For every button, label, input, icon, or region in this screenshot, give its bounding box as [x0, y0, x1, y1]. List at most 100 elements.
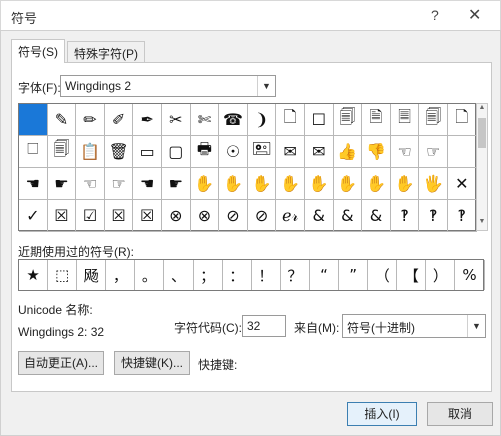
chevron-down-icon[interactable]: ▼	[257, 76, 275, 96]
symbol-cell[interactable]: &	[305, 200, 334, 232]
recent-symbol-cell[interactable]: ”	[339, 260, 369, 290]
symbol-cell[interactable]: 🗋	[276, 104, 305, 136]
recent-symbol-cell[interactable]: 、	[165, 260, 194, 290]
symbol-cell[interactable]: 👎	[362, 136, 391, 168]
symbol-cell[interactable]: ☑	[76, 200, 105, 232]
recent-symbol-cell[interactable]: ；	[194, 260, 223, 290]
symbol-cell[interactable]: 🖐	[419, 168, 448, 200]
recent-symbol-cell[interactable]: （	[368, 260, 398, 290]
symbol-cell[interactable]: ✉	[305, 136, 334, 168]
symbol-cell[interactable]: ☚	[133, 168, 162, 200]
recent-symbol-cell[interactable]: ⬚	[48, 260, 78, 290]
char-code-label: 字符代码(C):	[174, 321, 242, 335]
symbol-cell[interactable]: ✋	[390, 168, 420, 200]
symbol-cell[interactable]: ✋	[362, 168, 391, 200]
symbol-cell[interactable]: ☛	[47, 168, 77, 200]
symbol-cell[interactable]: ☒	[133, 200, 162, 232]
shortcut-key-button[interactable]: 快捷键(K)...	[114, 351, 190, 375]
symbol-cell[interactable]	[19, 104, 48, 136]
symbol-cell[interactable]: ‽	[390, 200, 420, 232]
symbol-cell[interactable]: ✒	[133, 104, 162, 136]
scroll-up-icon[interactable]: ▲	[477, 104, 487, 116]
recent-symbol-cell[interactable]: ，	[106, 260, 136, 290]
symbol-cell[interactable]: 🖭	[247, 136, 277, 168]
insert-button[interactable]: 插入(I)	[347, 402, 417, 426]
symbol-cell[interactable]: 🖶	[190, 136, 220, 168]
recent-symbol-cell[interactable]: ！	[252, 260, 281, 290]
symbol-cell[interactable]: ☒	[104, 200, 134, 232]
symbol-cell[interactable]: ✋	[276, 168, 305, 200]
scroll-down-icon[interactable]: ▼	[477, 218, 487, 230]
close-icon[interactable]: ✕	[468, 5, 481, 25]
symbol-cell[interactable]: ✋	[247, 168, 277, 200]
symbol-cell[interactable]: ☎	[219, 104, 248, 136]
recent-symbol-cell[interactable]: 飏	[77, 260, 107, 290]
symbol-cell[interactable]: 🗋	[448, 104, 477, 136]
symbol-cell[interactable]: ❩	[247, 104, 277, 136]
tab-special-characters[interactable]: 特殊字符(P)	[67, 41, 145, 63]
symbol-cell[interactable]: 🗑	[104, 136, 134, 168]
symbol-cell[interactable]: ✏	[76, 104, 105, 136]
symbol-cell[interactable]: 📋	[76, 136, 105, 168]
symbol-cell[interactable]: ▢	[162, 136, 191, 168]
symbol-cell[interactable]: ⊗	[162, 200, 191, 232]
symbol-cell[interactable]: ☉	[219, 136, 248, 168]
symbol-cell[interactable]: ☛	[162, 168, 191, 200]
symbol-cell[interactable]: ⊘	[219, 200, 248, 232]
symbol-cell[interactable]: ✎	[47, 104, 77, 136]
symbol-cell[interactable]: ✋	[333, 168, 363, 200]
symbol-cell[interactable]: ✋	[219, 168, 248, 200]
symbol-grid-scrollbar[interactable]: ▲ ▼	[476, 103, 488, 231]
symbol-cell[interactable]: ☚	[19, 168, 48, 200]
scroll-thumb[interactable]	[478, 118, 486, 148]
symbol-cell[interactable]: ✉	[276, 136, 305, 168]
symbol-cell[interactable]: ✋	[190, 168, 220, 200]
chevron-down-icon[interactable]: ▼	[467, 315, 485, 337]
symbol-cell[interactable]: ☐	[305, 104, 334, 136]
recent-symbols-label: 近期使用过的符号(R):	[18, 245, 134, 259]
symbol-cell[interactable]: &	[333, 200, 363, 232]
symbol-cell[interactable]: ☜	[390, 136, 420, 168]
recent-symbol-cell[interactable]: ★	[19, 260, 49, 290]
symbol-cell[interactable]: 👍	[333, 136, 363, 168]
recent-symbol-cell[interactable]: 【	[397, 260, 427, 290]
symbol-cell[interactable]: ☞	[104, 168, 134, 200]
symbol-cell[interactable]: ✕	[448, 168, 477, 200]
symbol-cell[interactable]: ✓	[19, 200, 48, 232]
symbol-cell[interactable]: 🗆	[19, 136, 48, 168]
recent-symbol-cell[interactable]: ？	[281, 260, 310, 290]
symbol-cell[interactable]: &	[362, 200, 391, 232]
symbol-cell[interactable]: 🗐	[333, 104, 363, 136]
window-title: 符号	[11, 11, 38, 26]
symbol-cell[interactable]: ☞	[419, 136, 448, 168]
symbol-cell[interactable]: ▭	[133, 136, 162, 168]
symbol-cell[interactable]: 🗎	[362, 104, 391, 136]
symbol-cell[interactable]: ‽	[448, 200, 477, 232]
symbol-cell[interactable]: ☜	[76, 168, 105, 200]
recent-symbol-cell[interactable]: %	[456, 260, 485, 290]
symbol-cell[interactable]: ✂	[162, 104, 191, 136]
symbol-cell[interactable]: ✋	[305, 168, 334, 200]
help-icon[interactable]: ?	[431, 7, 439, 23]
symbol-cell[interactable]: 🗐	[419, 104, 448, 136]
autocorrect-button[interactable]: 自动更正(A)...	[18, 351, 104, 375]
symbol-cell[interactable]: ⊗	[190, 200, 220, 232]
recent-symbol-cell[interactable]: ）	[426, 260, 456, 290]
from-select[interactable]: 符号(十进制) ▼	[342, 314, 486, 338]
recent-symbol-cell[interactable]: “	[310, 260, 340, 290]
symbol-cell[interactable]	[448, 136, 477, 168]
cancel-button[interactable]: 取消	[427, 402, 493, 426]
symbol-cell[interactable]: ☒	[47, 200, 77, 232]
symbol-cell[interactable]: ⊘	[247, 200, 277, 232]
symbol-cell[interactable]: 🗏	[390, 104, 420, 136]
symbol-cell[interactable]: ‽	[419, 200, 448, 232]
recent-symbol-cell[interactable]: ：	[223, 260, 252, 290]
symbol-cell[interactable]: ℯ𝓇	[276, 200, 305, 232]
symbol-cell[interactable]: ✄	[190, 104, 220, 136]
tab-symbols[interactable]: 符号(S)	[11, 39, 65, 63]
font-select[interactable]: Wingdings 2 ▼	[60, 75, 276, 97]
recent-symbol-cell[interactable]: 。	[135, 260, 165, 290]
char-code-input[interactable]: 32	[242, 315, 286, 337]
symbol-cell[interactable]: ✐	[104, 104, 134, 136]
symbol-cell[interactable]: 🗐	[47, 136, 77, 168]
